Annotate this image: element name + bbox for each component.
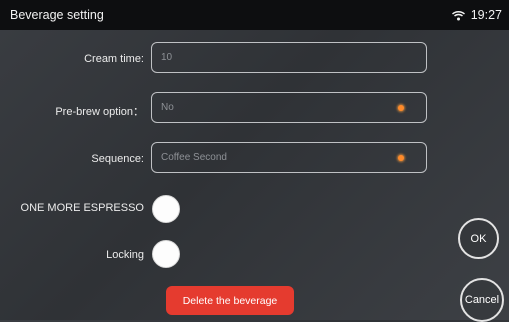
- sequence-select[interactable]: Coffee Second: [151, 142, 427, 173]
- prebrew-label: Pre-brew option：: [55, 106, 144, 118]
- cream-time-field[interactable]: 10: [151, 42, 427, 73]
- dropdown-indicator-icon: [398, 154, 404, 161]
- prebrew-select[interactable]: No: [151, 92, 427, 123]
- wifi-icon: [451, 10, 465, 21]
- one-more-espresso-toggle[interactable]: [152, 195, 180, 223]
- clock: 19:27: [470, 8, 502, 22]
- delete-beverage-label: Delete the beverage: [182, 294, 278, 307]
- page-title: Beverage setting: [10, 8, 104, 22]
- ok-label: OK: [470, 232, 487, 245]
- delete-beverage-button[interactable]: Delete the beverage: [166, 286, 294, 315]
- locking-toggle[interactable]: [152, 240, 180, 268]
- prebrew-value: No: [161, 102, 174, 113]
- cancel-button[interactable]: Cancel: [460, 278, 504, 322]
- dropdown-indicator-icon: [398, 104, 404, 111]
- one-more-espresso-label: ONE MORE ESPRESSO: [20, 202, 144, 214]
- cancel-label: Cancel: [464, 294, 500, 306]
- sequence-label: Sequence:: [91, 153, 144, 165]
- status-indicators: 19:27: [451, 8, 502, 22]
- cream-time-label: Cream time:: [84, 53, 144, 65]
- sequence-value: Coffee Second: [161, 152, 227, 163]
- cream-time-value: 10: [161, 52, 173, 63]
- ok-button[interactable]: OK: [458, 218, 499, 259]
- status-bar: Beverage setting 19:27: [0, 0, 509, 30]
- locking-label: Locking: [106, 249, 144, 261]
